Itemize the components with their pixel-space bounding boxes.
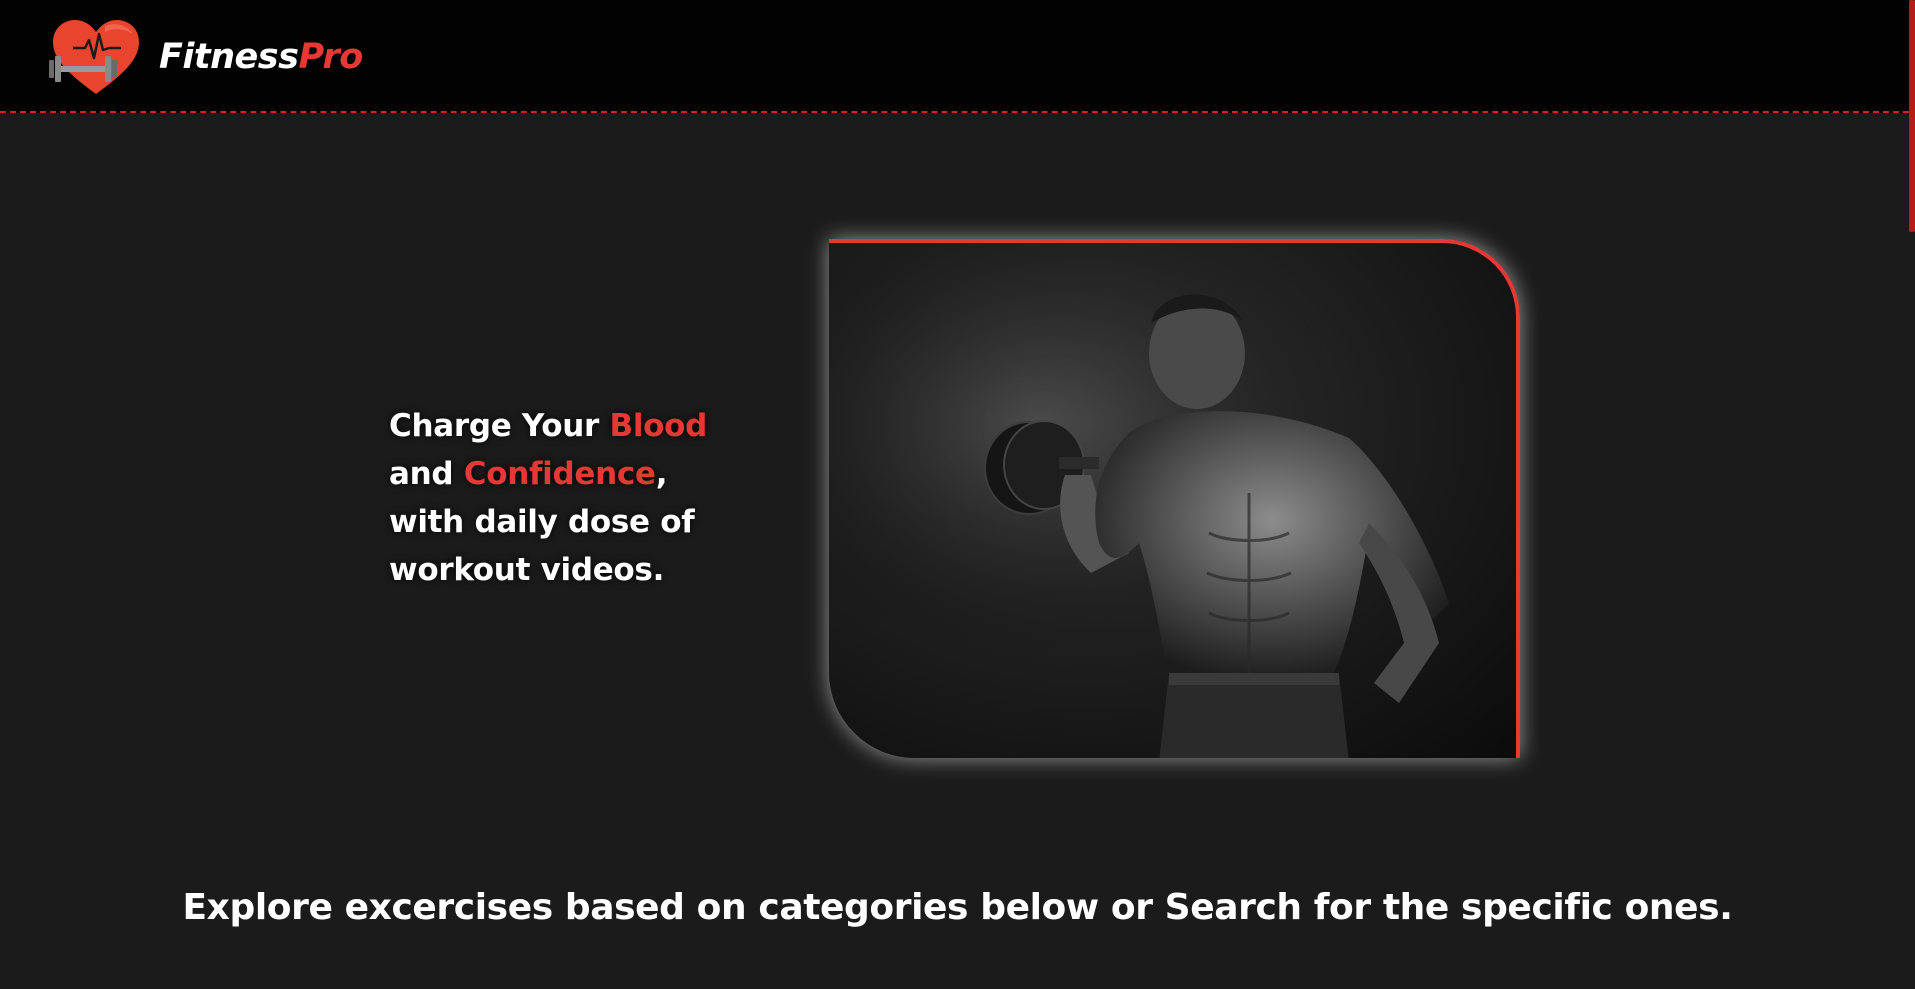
tagline-highlight-confidence: Confidence [463,456,656,492]
scrollbar-thumb[interactable] [1909,0,1915,232]
hero-tagline: Charge Your Blood and Confidence, with d… [389,402,729,594]
tagline-text: Charge Your [389,408,610,444]
page: FitnessPro Charge Your Blood and Confide… [0,0,1915,989]
tagline-line-1: Charge Your Blood [389,402,729,450]
brand-name-part1: Fitness [159,37,299,77]
bodybuilder-dumbbell-photo [829,243,1516,758]
heart-dumbbell-icon [49,20,139,94]
tagline-text: and [389,456,464,492]
explore-heading: Explore excercises based on categories b… [182,887,1733,928]
tagline-highlight-blood: Blood [609,408,708,444]
tagline-line-4: workout videos. [389,552,665,588]
tagline-line-2: and Confidence, [389,450,729,498]
hero-image [829,239,1520,758]
top-navbar: FitnessPro [0,0,1909,113]
brand-name-part2: Pro [298,37,363,77]
tagline-line-3: with daily dose of [389,504,695,540]
tagline-comma: , [655,456,668,492]
brand-name: FitnessPro [159,37,363,77]
brand-logo-link[interactable]: FitnessPro [47,18,363,96]
page-scrollbar[interactable] [1909,0,1915,989]
